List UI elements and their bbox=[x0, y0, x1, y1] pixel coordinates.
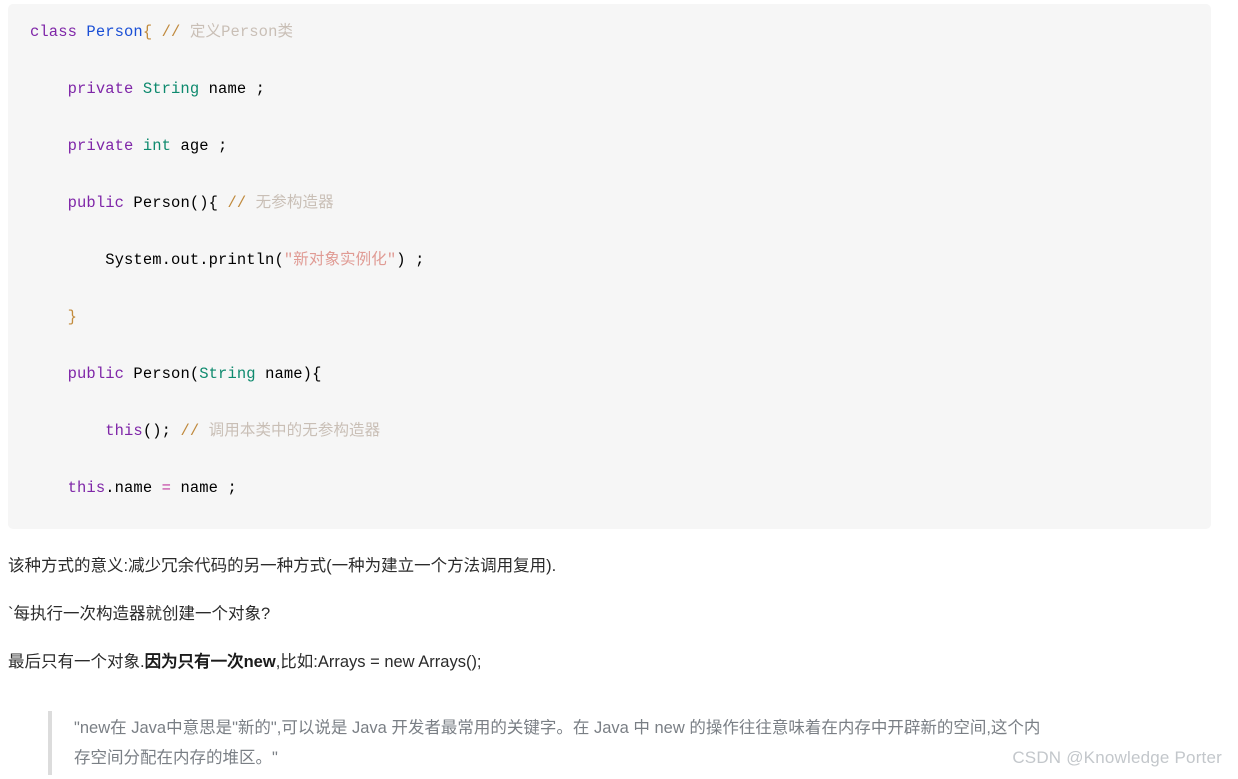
code-token: // bbox=[180, 422, 200, 440]
code-token: 定义Person类 bbox=[180, 23, 294, 41]
code-line: class Person{ // 定义Person类 bbox=[30, 18, 1211, 46]
code-token: Person bbox=[86, 23, 143, 41]
code-token: { bbox=[142, 23, 153, 41]
code-token: Person(){ bbox=[124, 194, 219, 212]
code-content: class Person{ // 定义Person类 private Strin… bbox=[8, 4, 1211, 529]
code-line: this(); // 调用本类中的无参构造器 bbox=[30, 417, 1211, 445]
code-line: private int age ; bbox=[30, 132, 1211, 160]
code-token: String bbox=[199, 365, 256, 383]
code-block: class Person{ // 定义Person类 private Strin… bbox=[8, 4, 1211, 529]
code-line: public Person(){ // 无参构造器 bbox=[30, 189, 1211, 217]
code-lines: class Person{ // 定义Person类 private Strin… bbox=[30, 18, 1211, 529]
paragraph-answer-suffix: ,比如:Arrays = new Arrays(); bbox=[275, 653, 482, 671]
code-token: private bbox=[67, 137, 134, 155]
code-token: name ; bbox=[171, 479, 237, 497]
code-line: public Person(String name){ bbox=[30, 360, 1211, 388]
code-token: // bbox=[227, 194, 247, 212]
code-token: .name bbox=[105, 479, 162, 497]
code-token: public bbox=[67, 365, 125, 383]
csdn-watermark: CSDN @Knowledge Porter bbox=[1012, 748, 1222, 767]
code-line: } bbox=[30, 303, 1211, 331]
paragraph-question: `每执行一次构造器就创建一个对象? bbox=[8, 605, 271, 623]
code-token: public bbox=[67, 194, 125, 212]
code-token: "新对象实例化" bbox=[283, 251, 397, 269]
code-token: = bbox=[161, 479, 172, 497]
blockquote-line-1: "new在 Java中意思是"新的",可以说是 Java 开发者最常用的关键字。… bbox=[74, 718, 1041, 737]
code-token: age ; bbox=[171, 137, 228, 155]
code-token: String bbox=[142, 80, 200, 98]
code-line: private String name ; bbox=[30, 75, 1211, 103]
code-token: 调用本类中的无参构造器 bbox=[199, 422, 381, 440]
code-token: // bbox=[161, 23, 181, 41]
code-token: private bbox=[67, 80, 134, 98]
paragraph-meaning: 该种方式的意义:减少冗余代码的另一种方式(一种为建立一个方法调用复用). bbox=[8, 557, 557, 575]
code-token: } bbox=[67, 308, 78, 326]
code-token: ) ; bbox=[396, 251, 425, 269]
code-token: 无参构造器 bbox=[246, 194, 334, 212]
code-token: Person( bbox=[124, 365, 200, 383]
code-token: (); bbox=[142, 422, 181, 440]
code-line: this.name = name ; bbox=[30, 474, 1211, 502]
code-token: class bbox=[30, 23, 78, 41]
code-token: int bbox=[142, 137, 172, 155]
code-token: this bbox=[105, 422, 143, 440]
code-token: name){ bbox=[255, 365, 322, 383]
paragraph-answer-emphasis: 因为只有一次new bbox=[144, 653, 276, 671]
paragraph-answer: 最后只有一个对象.因为只有一次new,比如:Arrays = new Array… bbox=[8, 650, 482, 674]
code-token: name ; bbox=[199, 80, 266, 98]
code-line: System.out.println("新对象实例化") ; bbox=[30, 246, 1211, 274]
code-token: System.out.println( bbox=[105, 251, 284, 269]
code-token: this bbox=[67, 479, 106, 497]
paragraph-answer-prefix: 最后只有一个对象. bbox=[8, 653, 145, 671]
